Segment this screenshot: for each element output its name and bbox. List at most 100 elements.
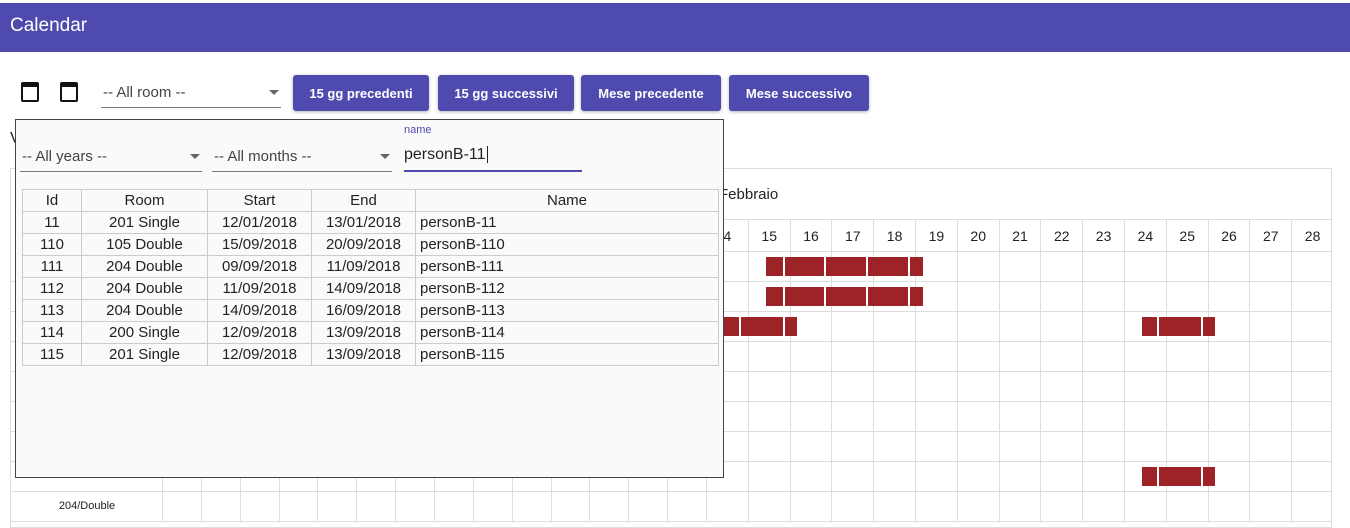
day-cell[interactable] <box>1041 252 1084 282</box>
calendar-icon[interactable] <box>60 82 78 102</box>
day-cell[interactable] <box>1041 372 1084 402</box>
day-cell[interactable] <box>1292 312 1331 342</box>
prev-15-days-button[interactable]: 15 gg precedenti <box>293 75 429 111</box>
day-cell[interactable] <box>1166 402 1209 432</box>
day-cell[interactable] <box>748 402 791 432</box>
day-cell[interactable] <box>916 342 958 372</box>
day-cell[interactable] <box>1250 492 1293 522</box>
day-cell[interactable] <box>874 312 916 342</box>
day-cell[interactable] <box>668 492 707 522</box>
booking-bar[interactable] <box>724 317 739 336</box>
day-cell[interactable] <box>999 252 1042 282</box>
day-cell[interactable] <box>1125 342 1167 372</box>
day-cell[interactable] <box>1166 432 1209 462</box>
day-cell[interactable] <box>1208 402 1251 432</box>
day-cell[interactable] <box>1208 252 1251 282</box>
day-cell[interactable] <box>1083 252 1125 282</box>
day-cell[interactable] <box>916 432 958 462</box>
table-row[interactable]: 113 204 Double 14/09/2018 16/09/2018 personB… <box>22 299 719 322</box>
day-cell[interactable] <box>832 492 875 522</box>
booking-bar[interactable] <box>740 317 783 336</box>
table-row[interactable]: 111 204 Double 09/09/2018 11/09/2018 personB… <box>22 255 719 278</box>
day-cell[interactable] <box>1166 282 1209 312</box>
day-cell[interactable] <box>999 432 1042 462</box>
day-cell[interactable] <box>435 492 474 522</box>
day-cell[interactable] <box>874 342 916 372</box>
day-cell[interactable] <box>832 432 875 462</box>
next-month-button[interactable]: Mese successivo <box>729 75 869 111</box>
day-cell[interactable] <box>1125 252 1167 282</box>
day-cell[interactable] <box>1208 282 1251 312</box>
day-cell[interactable] <box>790 432 833 462</box>
booking-bar[interactable] <box>1202 467 1216 486</box>
day-cell[interactable] <box>790 372 833 402</box>
booking-bar[interactable] <box>868 287 908 306</box>
booking-bar[interactable] <box>765 287 783 306</box>
day-cell[interactable] <box>1083 492 1125 522</box>
day-cell[interactable] <box>1041 282 1084 312</box>
day-cell[interactable] <box>832 402 875 432</box>
booking-bar[interactable] <box>826 287 867 306</box>
day-cell[interactable] <box>240 492 280 522</box>
prev-month-button[interactable]: Mese precedente <box>581 75 721 111</box>
day-cell[interactable] <box>1208 432 1251 462</box>
table-row[interactable]: 114 200 Single 12/09/2018 13/09/2018 personB… <box>22 321 719 344</box>
booking-bar[interactable] <box>868 257 908 276</box>
day-cell[interactable] <box>1250 432 1293 462</box>
booking-bar[interactable] <box>784 257 825 276</box>
day-cell[interactable] <box>748 432 791 462</box>
booking-bar[interactable] <box>1158 467 1201 486</box>
day-cell[interactable] <box>999 372 1042 402</box>
day-cell[interactable] <box>999 282 1042 312</box>
day-cell[interactable] <box>832 462 875 492</box>
day-cell[interactable] <box>1250 462 1293 492</box>
table-row[interactable]: 110 105 Double 15/09/2018 20/09/2018 personB… <box>22 233 719 256</box>
day-cell[interactable] <box>957 312 1000 342</box>
day-cell[interactable] <box>1292 402 1331 432</box>
day-cell[interactable] <box>748 372 791 402</box>
day-cell[interactable] <box>1125 432 1167 462</box>
day-cell[interactable] <box>957 342 1000 372</box>
day-cell[interactable] <box>1125 402 1167 432</box>
day-cell[interactable] <box>1041 312 1084 342</box>
day-cell[interactable] <box>1083 342 1125 372</box>
name-input[interactable]: personB-11 <box>404 142 582 172</box>
day-cell[interactable] <box>1250 402 1293 432</box>
room-select[interactable]: -- All room -- <box>101 75 281 108</box>
booking-bar[interactable] <box>784 317 798 336</box>
day-cell[interactable] <box>748 462 791 492</box>
day-cell[interactable] <box>1041 462 1084 492</box>
months-select[interactable]: -- All months -- <box>212 138 392 172</box>
day-cell[interactable] <box>1208 372 1251 402</box>
day-cell[interactable] <box>1250 282 1293 312</box>
day-cell[interactable] <box>957 432 1000 462</box>
booking-bar[interactable] <box>1142 317 1157 336</box>
day-cell[interactable] <box>957 282 1000 312</box>
table-row[interactable]: 112 204 Double 11/09/2018 14/09/2018 personB… <box>22 277 719 300</box>
day-cell[interactable] <box>999 402 1042 432</box>
booking-bar[interactable] <box>1142 467 1157 486</box>
day-cell[interactable] <box>590 492 630 522</box>
day-cell[interactable] <box>999 462 1042 492</box>
day-cell[interactable] <box>1125 492 1167 522</box>
day-cell[interactable] <box>512 492 552 522</box>
day-cell[interactable] <box>1083 432 1125 462</box>
day-cell[interactable] <box>874 462 916 492</box>
day-cell[interactable] <box>1083 372 1125 402</box>
day-cell[interactable] <box>957 462 1000 492</box>
day-cell[interactable] <box>916 312 958 342</box>
day-cell[interactable] <box>916 462 958 492</box>
day-cell[interactable] <box>999 312 1042 342</box>
day-cell[interactable] <box>1292 252 1331 282</box>
day-cell[interactable] <box>1250 312 1293 342</box>
day-cell[interactable] <box>1292 492 1331 522</box>
day-cell[interactable] <box>916 402 958 432</box>
day-cell[interactable] <box>957 252 1000 282</box>
calendar-icon[interactable] <box>21 82 39 102</box>
day-cell[interactable] <box>1125 372 1167 402</box>
day-cell[interactable] <box>1292 372 1331 402</box>
day-cell[interactable] <box>1292 342 1331 372</box>
day-cell[interactable] <box>874 402 916 432</box>
day-cell[interactable] <box>1083 312 1125 342</box>
day-cell[interactable] <box>748 492 791 522</box>
